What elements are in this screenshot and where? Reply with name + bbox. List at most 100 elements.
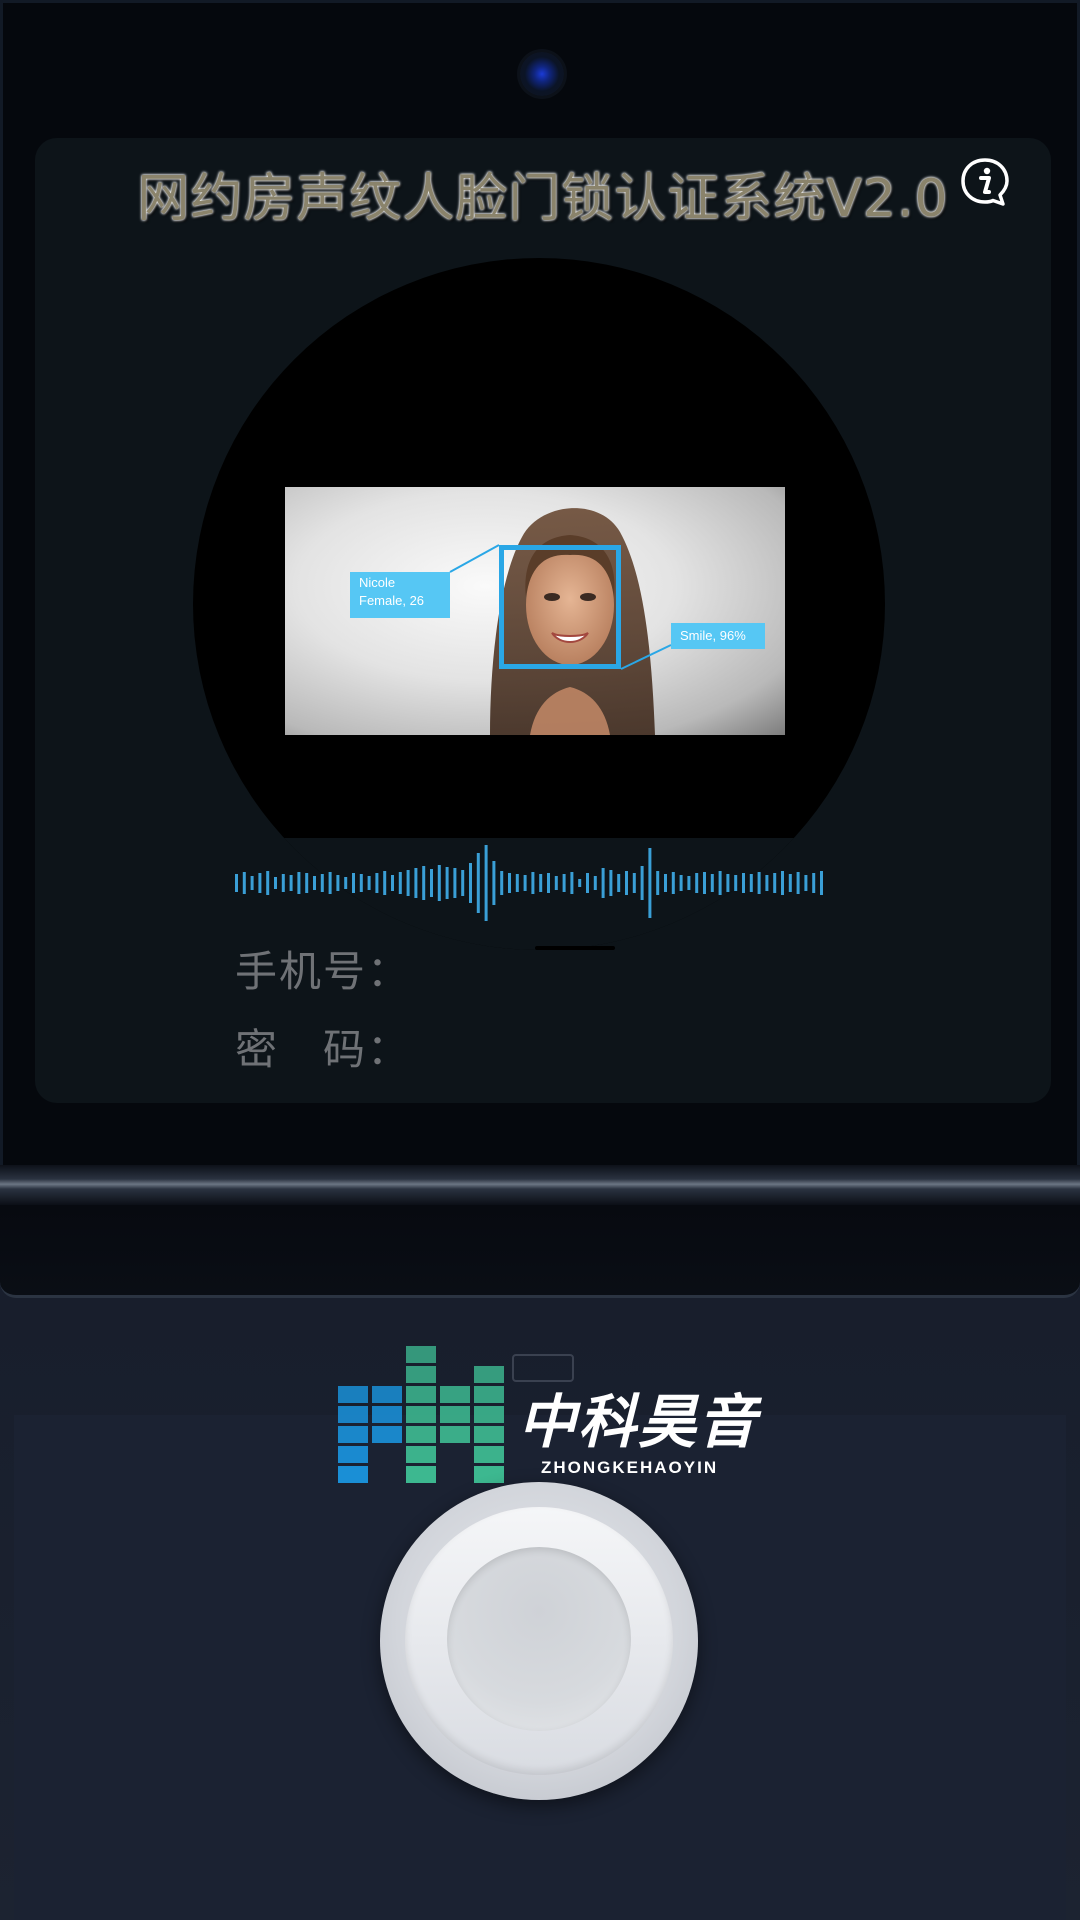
waveform-bar bbox=[453, 868, 457, 898]
app-title: 网约房声纹人脸门锁认证系统V2.0 bbox=[137, 169, 949, 229]
waveform-bar bbox=[391, 875, 394, 891]
panel-rim bbox=[0, 1165, 1080, 1205]
info-icon bbox=[961, 158, 1009, 206]
waveform-bar bbox=[812, 873, 816, 893]
waveform-bar bbox=[422, 866, 426, 900]
waveform-bar bbox=[656, 871, 660, 895]
logo-block bbox=[474, 1406, 504, 1423]
panel-bottom-edge bbox=[0, 1205, 1080, 1298]
waveform-bar bbox=[313, 876, 316, 890]
waveform-bar bbox=[804, 875, 808, 891]
waveform-bar bbox=[749, 874, 753, 892]
fingerprint-button[interactable] bbox=[380, 1482, 698, 1800]
waveform-bar bbox=[274, 877, 277, 889]
logo-block bbox=[440, 1426, 470, 1443]
logo-block bbox=[474, 1466, 504, 1483]
waveform-bar bbox=[609, 870, 613, 896]
logo-block bbox=[440, 1406, 470, 1423]
equalizer-bars-logo bbox=[338, 1346, 504, 1483]
waveform-bar bbox=[406, 870, 410, 896]
waveform-bar bbox=[632, 873, 636, 893]
waveform-bar bbox=[359, 874, 363, 892]
logo-block bbox=[372, 1386, 402, 1403]
waveform-bar bbox=[492, 861, 496, 905]
waveform-bar bbox=[765, 875, 769, 891]
waveform-bar bbox=[726, 874, 730, 892]
waveform-bar bbox=[352, 873, 355, 893]
logo-block bbox=[474, 1386, 504, 1403]
logo-block bbox=[406, 1386, 436, 1403]
identity-detail: Female, 26 bbox=[359, 593, 425, 608]
waveform-bar bbox=[554, 876, 558, 890]
logo-block bbox=[406, 1346, 436, 1363]
waveform-bar bbox=[476, 853, 480, 913]
waveform-bar bbox=[297, 872, 301, 894]
waveform-bar bbox=[336, 875, 340, 891]
waveform-bar bbox=[523, 875, 527, 891]
logo-block bbox=[338, 1406, 368, 1423]
door-lock-device: 网约房声纹人脸门锁认证系统V2.0 Nicole Female, 26 Smil… bbox=[0, 0, 1080, 1920]
logo-block bbox=[474, 1366, 504, 1383]
waveform-bar bbox=[703, 872, 706, 894]
waveform-bar bbox=[258, 873, 262, 893]
camera-feed: Nicole Female, 26 Smile, 96% bbox=[285, 487, 785, 735]
waveform-bar bbox=[508, 873, 511, 893]
waveform-bar bbox=[320, 874, 324, 892]
waveform-bar bbox=[375, 873, 379, 893]
waveform-bar bbox=[570, 872, 574, 894]
waveform-bar bbox=[625, 871, 628, 895]
waveform-bar bbox=[344, 877, 348, 889]
front-camera-icon bbox=[520, 52, 564, 96]
logo-block bbox=[372, 1426, 402, 1443]
logo-block bbox=[406, 1426, 436, 1443]
waveform-bar bbox=[757, 872, 761, 894]
waveform-bar bbox=[788, 874, 792, 892]
fingerprint-sensor bbox=[447, 1547, 631, 1731]
logo-block bbox=[338, 1386, 368, 1403]
waveform-bar bbox=[281, 874, 285, 892]
waveform-bar bbox=[562, 874, 566, 892]
logo-block bbox=[406, 1466, 436, 1483]
waveform-bar bbox=[461, 870, 465, 896]
waveform-bar bbox=[500, 871, 504, 895]
logo-block bbox=[406, 1366, 436, 1383]
waveform-bar bbox=[266, 871, 270, 895]
logo-block bbox=[338, 1466, 368, 1483]
waveform-bar bbox=[648, 848, 652, 918]
identity-tag: Nicole Female, 26 bbox=[350, 572, 450, 618]
waveform-bar bbox=[734, 875, 738, 891]
waveform-bar bbox=[687, 876, 691, 890]
waveform-bar bbox=[796, 872, 800, 894]
waveform-bar bbox=[539, 874, 543, 892]
waveform-bar bbox=[671, 872, 675, 894]
waveform-bar bbox=[820, 871, 823, 895]
waveform-bar bbox=[484, 845, 488, 921]
logo-block bbox=[338, 1426, 368, 1443]
fingerprint-button-ring bbox=[405, 1507, 673, 1775]
waveform-bar bbox=[328, 872, 332, 894]
display-screen: 网约房声纹人脸门锁认证系统V2.0 Nicole Female, 26 Smil… bbox=[35, 138, 1051, 1103]
waveform-bar bbox=[383, 871, 387, 895]
waveform-bar bbox=[242, 872, 246, 894]
waveform-bar bbox=[773, 873, 777, 893]
waveform-bar bbox=[289, 875, 293, 891]
phone-input[interactable] bbox=[535, 946, 615, 950]
logo-block bbox=[406, 1446, 436, 1463]
logo-block bbox=[372, 1406, 402, 1423]
waveform-bar bbox=[718, 871, 722, 895]
brand-name-cn: 中科昊音 bbox=[518, 1388, 759, 1456]
info-button[interactable] bbox=[959, 156, 1011, 208]
waveform-bar bbox=[250, 876, 254, 890]
waveform-bar bbox=[640, 866, 644, 900]
waveform-bar bbox=[430, 869, 433, 897]
waveform-bar bbox=[531, 872, 535, 894]
waveform-bar bbox=[617, 874, 621, 892]
waveform-bar bbox=[695, 873, 699, 893]
waveform-bar bbox=[679, 875, 683, 891]
waveform-bar bbox=[578, 879, 582, 887]
phone-label: 手机号： bbox=[235, 947, 412, 996]
waveform-bar bbox=[664, 874, 667, 892]
logo-block bbox=[338, 1446, 368, 1463]
waveform-bar bbox=[469, 863, 472, 903]
waveform-bar bbox=[305, 873, 309, 893]
